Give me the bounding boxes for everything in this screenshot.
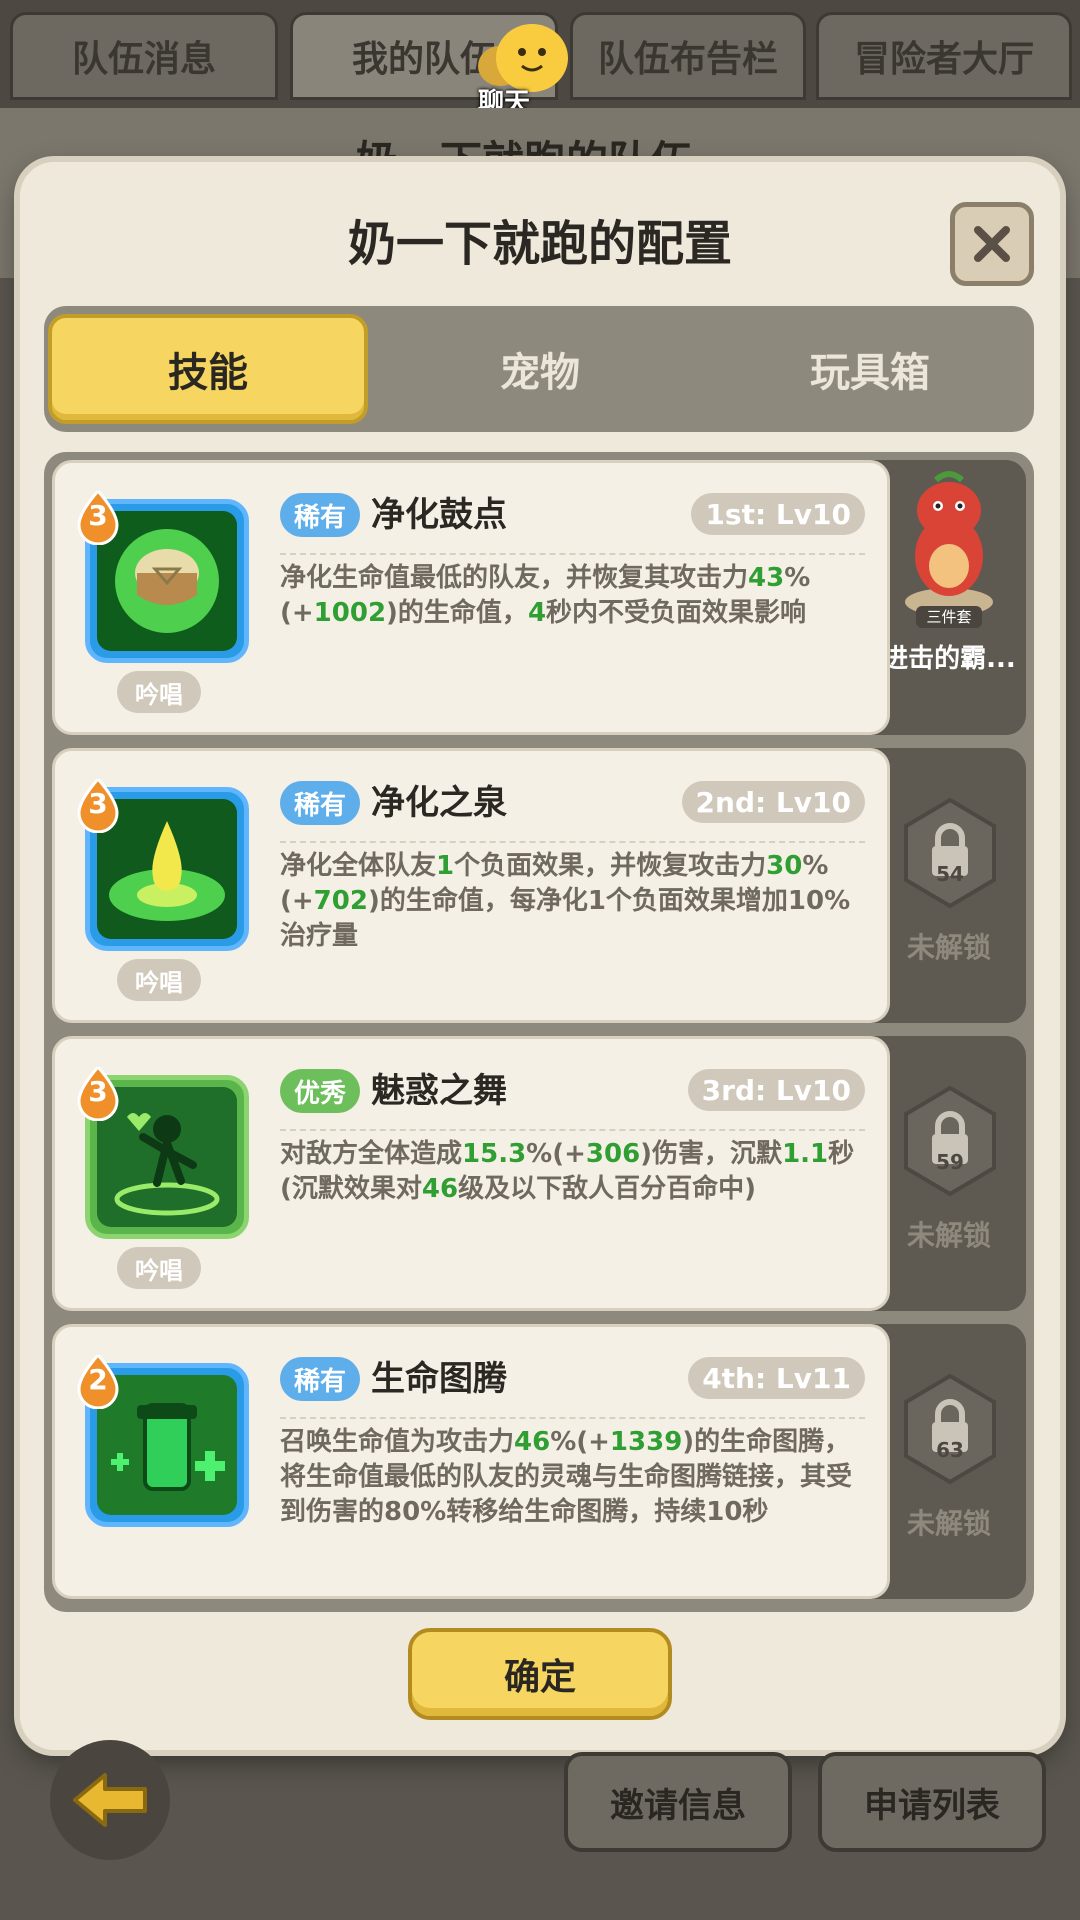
- tab-label: 宠物: [500, 350, 580, 396]
- skill-description: 净化全体队友1个负面效果，并恢复攻击力30%(+702)的生命值，每净化1个负面…: [280, 851, 851, 951]
- rarity-badge: 稀有: [280, 493, 361, 537]
- tab-label: 队伍消息: [71, 39, 216, 80]
- skill-card[interactable]: 3 吟唱 优秀 魅惑之舞 3rd: Lv10 对敌方全体造成15.3%(+306…: [52, 1036, 890, 1311]
- cast-tag: 吟唱: [117, 959, 201, 1001]
- modal-tab-bar: 技能 宠物 玩具箱: [44, 306, 1034, 432]
- tab-label: 队伍布告栏: [597, 39, 778, 80]
- locked-slot[interactable]: 63 未解锁: [872, 1324, 1026, 1599]
- locked-slot[interactable]: 59 未解锁: [872, 1036, 1026, 1311]
- rarity-badge: 稀有: [280, 1357, 361, 1401]
- tab-adventurer-hall[interactable]: 冒险者大厅: [816, 12, 1072, 100]
- pet-dinosaur-icon: [905, 471, 993, 616]
- divider: [280, 1417, 865, 1419]
- button-label: 申请列表: [864, 1785, 1000, 1826]
- skill-name: 魅惑之舞: [371, 1071, 507, 1111]
- skill-level: 3: [88, 787, 108, 820]
- skill-description: 对敌方全体造成15.3%(+306)伤害，沉默1.1秒(沉默效果对46级及以下敌…: [280, 1139, 855, 1204]
- confirm-label: 确定: [503, 1657, 576, 1698]
- locked-slot[interactable]: 54 未解锁: [872, 748, 1026, 1023]
- lock-hex-icon: [904, 1086, 996, 1196]
- slot-level: 4th: Lv11: [688, 1357, 865, 1399]
- skill-row[interactable]: 63 未解锁 2 稀有 生命图腾 4th: Lv11 召唤生命值为攻击力46%(…: [52, 1324, 1026, 1599]
- unlock-level: 63: [936, 1438, 964, 1462]
- confirm-button[interactable]: 确定: [408, 1628, 672, 1720]
- divider: [280, 1129, 865, 1131]
- close-icon: [974, 226, 1010, 262]
- pet-name: 进击的霸...: [882, 644, 1016, 674]
- locked-label: 未解锁: [906, 1219, 991, 1252]
- button-label: 邀请信息: [610, 1785, 746, 1826]
- skill-row[interactable]: 59 未解锁 3 吟唱 优秀 魅惑之舞 3rd: Lv10 对敌方全体造成15.…: [52, 1036, 1026, 1311]
- rarity-badge: 稀有: [280, 781, 361, 825]
- skill-name: 净化鼓点: [371, 495, 507, 535]
- skill-card[interactable]: 3 吟唱 稀有 净化之泉 2nd: Lv10 净化全体队友1个负面效果，并恢复攻…: [52, 748, 890, 1023]
- apply-list-button[interactable]: 申请列表: [818, 1752, 1046, 1852]
- skill-row[interactable]: 三件套 进击的霸... 3 吟唱 稀有 净化鼓点 1st: Lv10 净化生命值…: [52, 460, 1026, 735]
- divider: [280, 553, 865, 555]
- skill-card[interactable]: 3 吟唱 稀有 净化鼓点 1st: Lv10 净化生命值最低的队友，并恢复其攻击…: [52, 460, 890, 735]
- skill-level: 2: [88, 1363, 108, 1396]
- skill-level: 3: [88, 1075, 108, 1108]
- locked-label: 未解锁: [906, 1507, 991, 1540]
- skill-name: 净化之泉: [371, 783, 507, 823]
- tab-team-messages[interactable]: 队伍消息: [10, 12, 278, 100]
- slot-level: 1st: Lv10: [691, 493, 865, 535]
- back-arrow-icon: [73, 1773, 147, 1827]
- modal-title: 奶一下就跑的配置: [347, 216, 732, 272]
- skill-description: 召唤生命值为攻击力46%(+1339)的生命图腾，将生命值最低的队友的灵魂与生命…: [280, 1427, 853, 1527]
- divider: [280, 841, 865, 843]
- tab-pets[interactable]: 宠物: [380, 314, 700, 424]
- invite-info-button[interactable]: 邀请信息: [564, 1752, 792, 1852]
- lock-hex-icon: [904, 798, 996, 908]
- tab-label: 玩具箱: [810, 350, 930, 396]
- skill-name: 生命图腾: [371, 1359, 507, 1399]
- locked-label: 未解锁: [906, 931, 991, 964]
- tab-toybox[interactable]: 玩具箱: [710, 314, 1030, 424]
- skill-list: 三件套 进击的霸... 3 吟唱 稀有 净化鼓点 1st: Lv10 净化生命值…: [44, 452, 1034, 1612]
- set-badge: 三件套: [916, 606, 982, 628]
- tab-skills[interactable]: 技能: [48, 314, 368, 424]
- skill-row[interactable]: 54 未解锁 3 吟唱 稀有 净化之泉 2nd: Lv10 净化全体队友1个负面…: [52, 748, 1026, 1023]
- slot-level: 2nd: Lv10: [681, 781, 865, 823]
- slot-level: 3rd: Lv10: [687, 1069, 865, 1111]
- rarity-badge: 优秀: [280, 1069, 361, 1113]
- cast-tag: 吟唱: [117, 671, 201, 713]
- lock-hex-icon: [904, 1374, 996, 1484]
- pet-slot[interactable]: 三件套 进击的霸...: [872, 460, 1026, 735]
- unlock-level: 59: [936, 1150, 964, 1174]
- tab-label: 冒险者大厅: [853, 39, 1034, 80]
- tab-team-board[interactable]: 队伍布告栏: [570, 12, 806, 100]
- unlock-level: 54: [936, 862, 964, 886]
- cast-tag: 吟唱: [117, 1247, 201, 1289]
- tab-label: 技能: [168, 350, 248, 396]
- close-button[interactable]: [950, 202, 1034, 286]
- skill-level: 3: [88, 499, 108, 532]
- config-modal: 奶一下就跑的配置 技能 宠物 玩具箱 三件套 进击的霸... 3 吟唱 稀有 净…: [20, 162, 1060, 1750]
- skill-description: 净化生命值最低的队友，并恢复其攻击力43%(+1002)的生命值，4秒内不受负面…: [280, 563, 811, 628]
- skill-card[interactable]: 2 稀有 生命图腾 4th: Lv11 召唤生命值为攻击力46%(+1339)的…: [52, 1324, 890, 1599]
- back-button[interactable]: [50, 1740, 170, 1860]
